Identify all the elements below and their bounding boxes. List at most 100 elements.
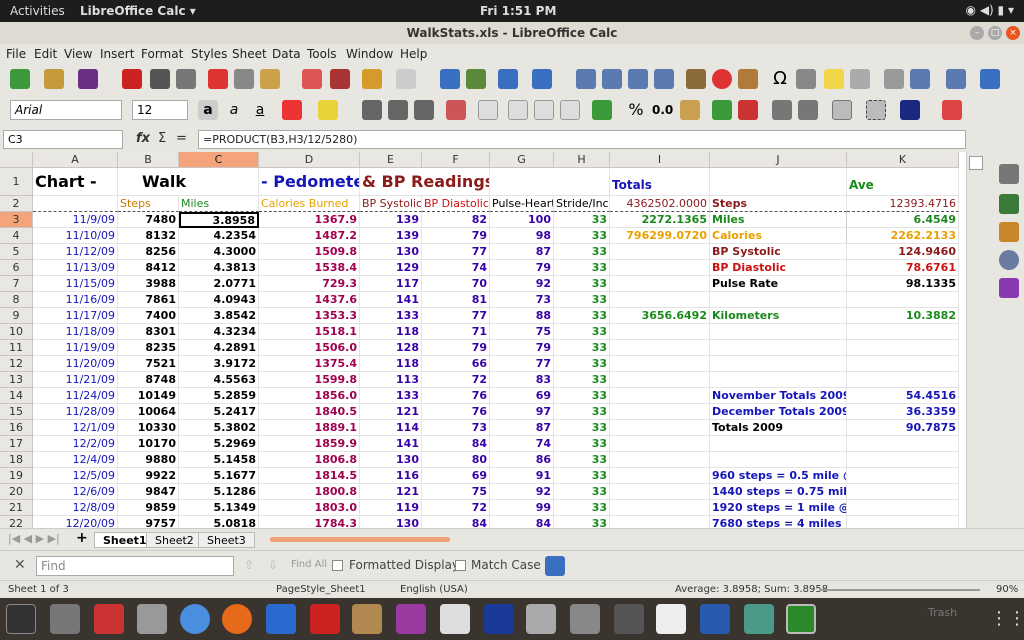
cell-c8[interactable]: 4.0943 xyxy=(179,292,259,308)
cell-i5[interactable] xyxy=(610,244,710,260)
find-next-icon[interactable]: ⇩ xyxy=(268,558,278,572)
find-previous-icon[interactable]: ⇧ xyxy=(244,558,254,572)
menu-format[interactable]: Format xyxy=(141,47,183,61)
maximize-icon[interactable]: □ xyxy=(988,26,1002,40)
character-map-icon[interactable] xyxy=(440,604,470,634)
cell-f19[interactable]: 69 xyxy=(422,468,490,484)
delete-decimal-icon[interactable] xyxy=(738,100,758,120)
cell-i11[interactable] xyxy=(610,340,710,356)
cell-d3[interactable]: 1367.9 xyxy=(259,212,360,228)
cell-i18[interactable] xyxy=(610,452,710,468)
cell-e13[interactable]: 113 xyxy=(360,372,422,388)
cell-k5[interactable]: 124.9460 xyxy=(847,244,959,260)
italic-icon[interactable]: a xyxy=(224,100,244,120)
cell-k13[interactable] xyxy=(847,372,959,388)
cell-k19[interactable] xyxy=(847,468,959,484)
redo-icon[interactable] xyxy=(396,69,416,89)
clear-formatting-icon[interactable] xyxy=(330,69,350,89)
special-character-icon[interactable]: Ω xyxy=(770,69,790,89)
selection-sum[interactable]: Average: 3.8958; Sum: 3.8958 xyxy=(675,584,828,595)
cell-f7[interactable]: 70 xyxy=(422,276,490,292)
add-decimal-icon[interactable] xyxy=(712,100,732,120)
merge-cells-icon[interactable] xyxy=(478,100,498,120)
menu-tools[interactable]: Tools xyxy=(307,47,337,61)
cell-j21[interactable]: 1920 steps = 1 mile @ 33" stride xyxy=(710,500,847,516)
row-header-10[interactable]: 10 xyxy=(0,324,33,340)
column-header-i[interactable]: I xyxy=(610,152,710,168)
tab-sheet2[interactable]: Sheet2 xyxy=(146,532,203,548)
cell-a17[interactable]: 12/2/09 xyxy=(33,436,118,452)
text-editor-icon[interactable] xyxy=(656,604,686,634)
firefox-icon[interactable] xyxy=(222,604,252,634)
align-center-icon[interactable] xyxy=(388,100,408,120)
cell-b3[interactable]: 7480 xyxy=(118,212,179,228)
row-header-22[interactable]: 22 xyxy=(0,516,33,528)
cell-d4[interactable]: 1487.2 xyxy=(259,228,360,244)
cell-f4[interactable]: 79 xyxy=(422,228,490,244)
sort-descending-icon[interactable] xyxy=(628,69,648,89)
cell-d12[interactable]: 1375.4 xyxy=(259,356,360,372)
pivot-table-icon[interactable] xyxy=(738,69,758,89)
cell-c18[interactable]: 5.1458 xyxy=(179,452,259,468)
find-input[interactable]: Find xyxy=(36,556,234,576)
cell-i9[interactable]: 3656.6492 xyxy=(610,308,710,324)
cell-c20[interactable]: 5.1286 xyxy=(179,484,259,500)
cell-g6[interactable]: 79 xyxy=(490,260,554,276)
cell-k4[interactable]: 2262.2133 xyxy=(847,228,959,244)
archive-icon[interactable] xyxy=(137,604,167,634)
cell-j16[interactable]: Totals 2009 xyxy=(710,420,847,436)
conditional-format-icon[interactable] xyxy=(942,100,962,120)
underline-icon[interactable]: a xyxy=(250,100,270,120)
cell-e17[interactable]: 141 xyxy=(360,436,422,452)
cell-k12[interactable] xyxy=(847,356,959,372)
cell-i17[interactable] xyxy=(610,436,710,452)
bp-diastolic-header-cell[interactable]: BP Diastolic xyxy=(422,196,490,212)
row-header-4[interactable]: 4 xyxy=(0,228,33,244)
cell-j7[interactable]: Pulse Rate xyxy=(710,276,847,292)
date-format-icon[interactable] xyxy=(680,100,700,120)
cell-h12[interactable]: 33 xyxy=(554,356,610,372)
cell-e14[interactable]: 133 xyxy=(360,388,422,404)
cell-e7[interactable]: 117 xyxy=(360,276,422,292)
row-header-8[interactable]: 8 xyxy=(0,292,33,308)
cell-b8[interactable]: 7861 xyxy=(118,292,179,308)
cell-d7[interactable]: 729.3 xyxy=(259,276,360,292)
cell-a22[interactable]: 12/20/09 xyxy=(33,516,118,528)
cell-e11[interactable]: 128 xyxy=(360,340,422,356)
navigator-icon[interactable] xyxy=(999,250,1019,270)
row-header-19[interactable]: 19 xyxy=(0,468,33,484)
cell-b12[interactable]: 7521 xyxy=(118,356,179,372)
row-header-21[interactable]: 21 xyxy=(0,500,33,516)
cell-i16[interactable] xyxy=(610,420,710,436)
pulse-header-cell[interactable]: Pulse-Heart xyxy=(490,196,554,212)
package-icon[interactable] xyxy=(352,604,382,634)
row-header-5[interactable]: 5 xyxy=(0,244,33,260)
cell-i12[interactable] xyxy=(610,356,710,372)
number-format-icon[interactable]: 0.0 xyxy=(652,100,673,120)
stride-header-cell[interactable]: Stride/Inch xyxy=(554,196,610,212)
cell-b4[interactable]: 8132 xyxy=(118,228,179,244)
new-icon[interactable] xyxy=(10,69,30,89)
cell-e6[interactable]: 129 xyxy=(360,260,422,276)
row-header-18[interactable]: 18 xyxy=(0,452,33,468)
cell-g10[interactable]: 75 xyxy=(490,324,554,340)
cell-h5[interactable]: 33 xyxy=(554,244,610,260)
find-all-button[interactable]: Find All xyxy=(291,559,327,570)
cell-d21[interactable]: 1803.0 xyxy=(259,500,360,516)
cell-k11[interactable] xyxy=(847,340,959,356)
cell-j19[interactable]: 960 steps = 0.5 mile @ 33" stride xyxy=(710,468,847,484)
cell-h16[interactable]: 33 xyxy=(554,420,610,436)
cell-b6[interactable]: 8412 xyxy=(118,260,179,276)
cell-d14[interactable]: 1856.0 xyxy=(259,388,360,404)
menu-help[interactable]: Help xyxy=(400,47,427,61)
cell-c9[interactable]: 3.8542 xyxy=(179,308,259,324)
totals-header-cell[interactable]: Totals xyxy=(610,168,710,196)
row-header-1[interactable]: 1 xyxy=(0,168,33,196)
average-header-cell[interactable]: Ave xyxy=(847,168,959,196)
cell-f9[interactable]: 77 xyxy=(422,308,490,324)
calories-header-cell[interactable]: Calories Burned xyxy=(259,196,360,212)
cell-a10[interactable]: 11/18/09 xyxy=(33,324,118,340)
close-find-icon[interactable]: ✕ xyxy=(14,557,26,573)
cell-j11[interactable] xyxy=(710,340,847,356)
cell-e18[interactable]: 130 xyxy=(360,452,422,468)
